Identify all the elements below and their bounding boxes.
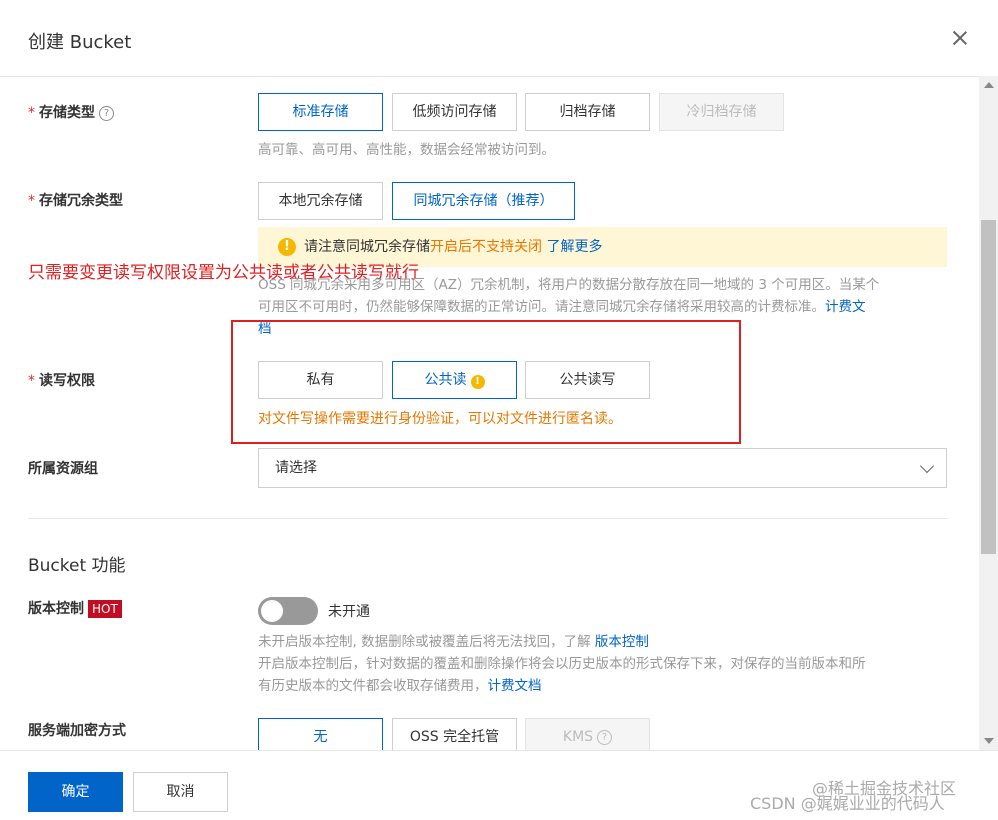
confirm-button[interactable]: 确定	[28, 772, 123, 812]
learn-more-link[interactable]: 了解更多	[546, 239, 602, 255]
dialog-header	[0, 0, 998, 77]
acl-label: * 读写权限	[28, 373, 95, 389]
chevron-down-icon	[919, 458, 935, 474]
scrollbar-thumb[interactable]	[981, 220, 996, 554]
versioning-link[interactable]: 版本控制	[595, 634, 649, 650]
hot-badge: HOT	[88, 600, 122, 618]
warning-icon: !	[278, 238, 296, 256]
versioning-description: 未开启版本控制, 数据删除或被覆盖后将无法找回，了解 版本控制 开启版本控制后，…	[258, 634, 866, 694]
encryption-label: 服务端加密方式	[28, 723, 126, 739]
storage-class-cold-archive-option: 冷归档存储	[659, 93, 784, 131]
redundancy-zrs-option[interactable]: 同城冗余存储（推荐）	[392, 182, 575, 220]
warning-icon: !	[470, 375, 485, 389]
close-icon[interactable]	[948, 26, 972, 50]
acl-public-read-option[interactable]: 公共读!	[392, 361, 517, 399]
redundancy-lrs-option[interactable]: 本地冗余存储	[258, 182, 383, 220]
redundancy-label: * 存储冗余类型	[28, 193, 123, 209]
resource-group-select[interactable]: 请选择	[258, 448, 947, 488]
dialog-title: 创建 Bucket	[28, 32, 132, 53]
acl-hint: 对文件写操作需要进行身份验证，可以对文件进行匿名读。	[258, 411, 622, 427]
section-title: Bucket 功能	[28, 556, 126, 576]
storage-class-standard-option[interactable]: 标准存储	[258, 93, 383, 131]
billing-doc-link-2[interactable]: 计费文档	[488, 678, 542, 694]
versioning-status: 未开通	[328, 604, 370, 620]
versioning-toggle[interactable]	[258, 597, 318, 625]
resource-group-label: 所属资源组	[28, 461, 98, 477]
cancel-button[interactable]: 取消	[133, 772, 228, 812]
scroll-down-icon[interactable]	[984, 738, 994, 744]
storage-class-description: 高可靠、高可用、高性能，数据会经常被访问到。	[258, 142, 555, 158]
versioning-label: 版本控制 HOT	[28, 598, 122, 618]
divider	[28, 518, 947, 519]
scroll-up-icon[interactable]	[984, 82, 994, 88]
acl-private-option[interactable]: 私有	[258, 361, 383, 399]
acl-public-read-write-option[interactable]: 公共读写	[525, 361, 650, 399]
storage-class-ia-option[interactable]: 低频访问存储	[392, 93, 517, 131]
storage-class-label: * 存储类型?	[28, 102, 114, 122]
help-icon[interactable]: ?	[99, 106, 114, 121]
billing-doc-link[interactable]: 计费文	[825, 299, 866, 315]
watermark-csdn: CSDN @娓娓业业的代码人	[750, 794, 945, 813]
storage-class-archive-option[interactable]: 归档存储	[525, 93, 650, 131]
help-icon: ?	[597, 730, 613, 745]
